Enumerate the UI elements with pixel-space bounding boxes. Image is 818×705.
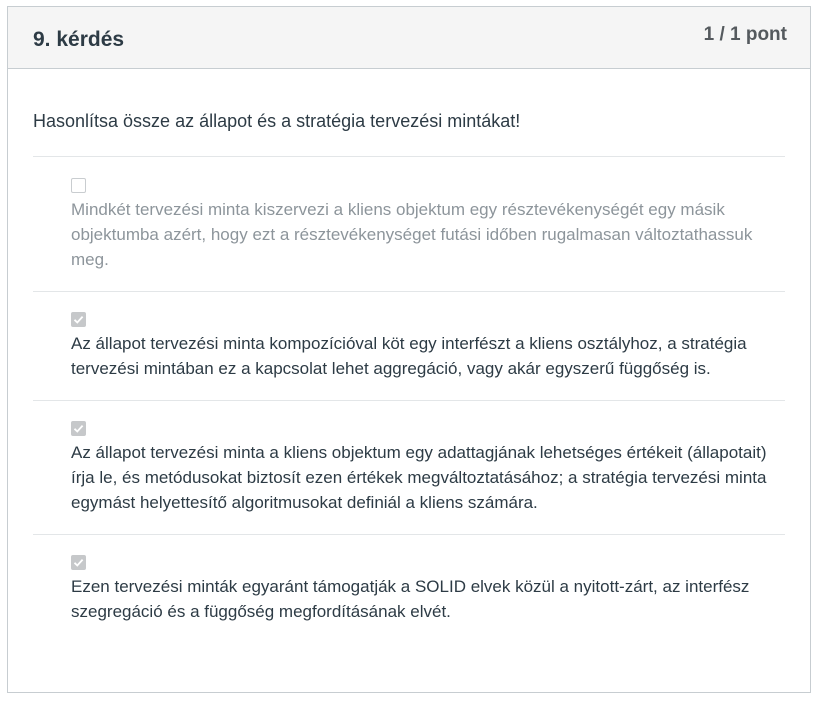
quiz-question-card: 9. kérdés 1 / 1 pont Hasonlítsa össze az… xyxy=(7,6,811,693)
answer-checkbox-2[interactable] xyxy=(71,312,86,327)
answer-text-3: Az állapot tervezési minta a kliens obje… xyxy=(71,443,767,512)
question-header: 9. kérdés 1 / 1 pont xyxy=(8,7,810,69)
answer-checkbox-1[interactable] xyxy=(71,178,86,193)
question-body: Hasonlítsa össze az állapot és a stratég… xyxy=(8,69,810,642)
answer-option-1: Mindkét tervezési minta kiszervezi a kli… xyxy=(33,157,785,292)
question-text: Hasonlítsa össze az állapot és a stratég… xyxy=(33,69,785,157)
answer-option-2: Az állapot tervezési minta kompozícióval… xyxy=(33,292,785,401)
answer-checkbox-3[interactable] xyxy=(71,421,86,436)
checkmark-icon xyxy=(73,315,84,324)
answer-text-4: Ezen tervezési minták egyaránt támogatjá… xyxy=(71,577,750,621)
checkmark-icon xyxy=(73,424,84,433)
question-title: 9. kérdés xyxy=(33,28,125,51)
answer-text-2: Az állapot tervezési minta kompozícióval… xyxy=(71,334,747,378)
question-points: 1 / 1 pont xyxy=(703,24,787,45)
checkmark-icon xyxy=(73,558,84,567)
answer-option-3: Az állapot tervezési minta a kliens obje… xyxy=(33,401,785,535)
answer-text-1: Mindkét tervezési minta kiszervezi a kli… xyxy=(71,200,753,269)
answer-option-4: Ezen tervezési minták egyaránt támogatjá… xyxy=(33,535,785,642)
answer-checkbox-4[interactable] xyxy=(71,555,86,570)
